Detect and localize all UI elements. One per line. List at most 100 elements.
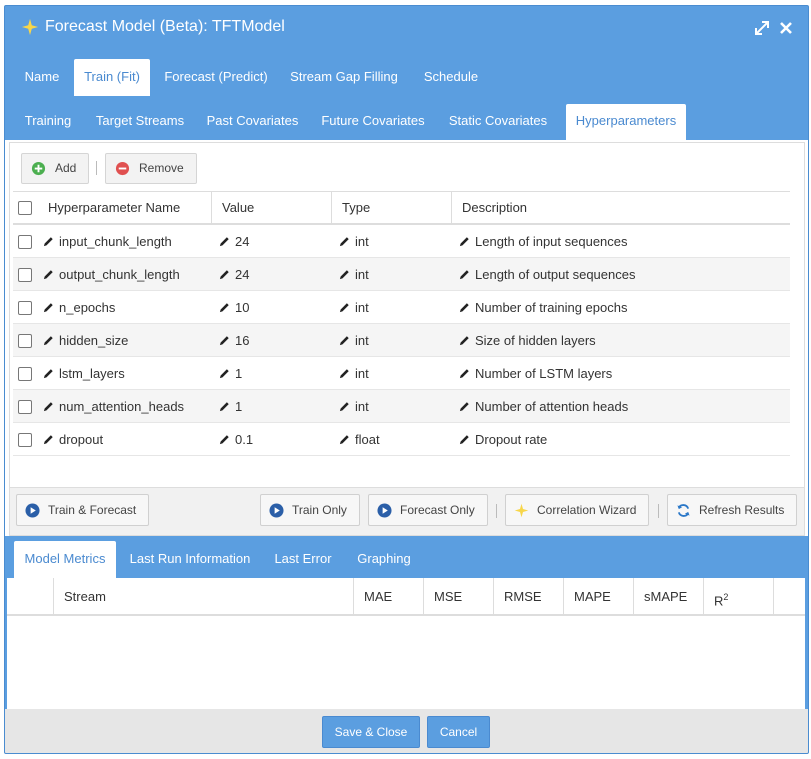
cell-description[interactable]: Number of training epochs — [459, 291, 627, 324]
cell-name-text: lstm_layers — [59, 366, 125, 381]
cell-name[interactable]: input_chunk_length — [43, 225, 172, 258]
cancel-button[interactable]: Cancel — [427, 716, 490, 748]
title-bar: Forecast Model (Beta): TFTModel — [5, 6, 808, 50]
col-mse[interactable]: MSE — [423, 578, 493, 614]
cell-name[interactable]: output_chunk_length — [43, 258, 180, 291]
cell-name[interactable]: hidden_size — [43, 324, 128, 357]
cell-type[interactable]: int — [339, 258, 369, 291]
row-checkbox[interactable] — [18, 367, 32, 381]
cell-description[interactable]: Dropout rate — [459, 423, 547, 456]
train-only-button[interactable]: Train Only — [260, 494, 360, 526]
correlation-wizard-button[interactable]: Correlation Wizard — [505, 494, 650, 526]
refresh-results-button[interactable]: Refresh Results — [667, 494, 798, 526]
cell-description[interactable]: Number of LSTM layers — [459, 357, 612, 390]
close-icon[interactable] — [777, 19, 795, 37]
col-smape[interactable]: sMAPE — [633, 578, 703, 614]
cell-name[interactable]: n_epochs — [43, 291, 115, 324]
tab-train-fit[interactable]: Train (Fit) — [74, 59, 150, 97]
col-rmse[interactable]: RMSE — [493, 578, 563, 614]
col-hyperparameter-name[interactable]: Hyperparameter Name — [38, 192, 211, 224]
col-r-squared[interactable]: R2 — [703, 578, 773, 614]
cell-name[interactable]: dropout — [43, 423, 103, 456]
tab-stream-gap-filling[interactable]: Stream Gap Filling — [282, 59, 406, 97]
cell-type[interactable]: int — [339, 324, 369, 357]
sparkle-icon — [21, 18, 39, 36]
col-stream[interactable]: Stream — [53, 578, 353, 614]
cell-value[interactable]: 10 — [219, 291, 249, 324]
cell-type[interactable]: float — [339, 423, 380, 456]
cell-description[interactable]: Length of input sequences — [459, 225, 628, 258]
expand-icon[interactable] — [753, 19, 771, 37]
table-row[interactable]: hidden_size 16 int Size of hidden layers — [13, 324, 790, 357]
tab-model-metrics[interactable]: Model Metrics — [14, 541, 116, 579]
table-row[interactable]: input_chunk_length 24 int Length of input s… — [13, 225, 790, 258]
row-checkbox[interactable] — [18, 433, 32, 447]
pencil-icon — [339, 369, 349, 379]
tab-hyperparameters[interactable]: Hyperparameters — [566, 104, 686, 140]
add-icon — [31, 161, 46, 176]
table-row[interactable]: lstm_layers 1 int Number of LSTM layers — [13, 357, 790, 390]
row-checkbox[interactable] — [18, 268, 32, 282]
cell-value[interactable]: 1 — [219, 357, 242, 390]
pencil-icon — [43, 237, 53, 247]
save-close-button[interactable]: Save & Close — [322, 716, 420, 748]
col-mape[interactable]: MAPE — [563, 578, 633, 614]
metrics-header: Stream MAE MSE RMSE MAPE sMAPE R2 — [7, 578, 805, 616]
remove-button[interactable]: Remove — [105, 153, 197, 184]
cell-type[interactable]: int — [339, 357, 369, 390]
pencil-icon — [459, 369, 469, 379]
add-label: Add — [55, 161, 77, 175]
cell-type[interactable]: int — [339, 390, 369, 423]
row-checkbox[interactable] — [18, 400, 32, 414]
cell-description[interactable]: Size of hidden layers — [459, 324, 596, 357]
cell-name[interactable]: lstm_layers — [43, 357, 125, 390]
cell-type[interactable]: int — [339, 225, 369, 258]
tab-last-run-information[interactable]: Last Run Information — [123, 541, 257, 579]
table-row[interactable]: n_epochs 10 int Number of training epochs — [13, 291, 790, 324]
row-checkbox[interactable] — [18, 334, 32, 348]
tab-past-covariates[interactable]: Past Covariates — [198, 104, 307, 140]
tab-future-covariates[interactable]: Future Covariates — [314, 104, 432, 140]
pencil-icon — [459, 402, 469, 412]
col-description[interactable]: Description — [451, 192, 790, 224]
row-checkbox[interactable] — [18, 301, 32, 315]
tab-training[interactable]: Training — [13, 104, 83, 140]
cell-value[interactable]: 24 — [219, 258, 249, 291]
tab-target-streams[interactable]: Target Streams — [89, 104, 191, 140]
cell-type[interactable]: int — [339, 291, 369, 324]
table-row[interactable]: dropout 0.1 float Dropout rate — [13, 423, 790, 456]
tab-name[interactable]: Name — [16, 59, 68, 97]
cell-name-text: input_chunk_length — [59, 234, 172, 249]
train-forecast-button[interactable]: Train & Forecast — [16, 494, 150, 526]
action-separator — [496, 504, 497, 518]
table-row[interactable]: num_attention_heads 1 int Number of attenti… — [13, 390, 790, 423]
refresh-results-label: Refresh Results — [699, 503, 785, 517]
cell-value[interactable]: 24 — [219, 225, 249, 258]
play-icon — [377, 503, 392, 518]
select-all-checkbox[interactable] — [18, 201, 32, 215]
tab-last-error[interactable]: Last Error — [267, 541, 339, 579]
tab-schedule[interactable]: Schedule — [414, 59, 488, 97]
pencil-icon — [43, 270, 53, 280]
table-row[interactable]: output_chunk_length 24 int Length of output… — [13, 258, 790, 291]
col-mae[interactable]: MAE — [353, 578, 423, 614]
add-button[interactable]: Add — [21, 153, 90, 184]
row-checkbox[interactable] — [18, 235, 32, 249]
results-tabs: Model Metrics Last Run Information Last … — [5, 541, 808, 579]
cell-name[interactable]: num_attention_heads — [43, 390, 184, 423]
cell-value[interactable]: 16 — [219, 324, 249, 357]
cell-description[interactable]: Length of output sequences — [459, 258, 635, 291]
tab-forecast-predict[interactable]: Forecast (Predict) — [156, 59, 276, 97]
cell-description-text: Number of training epochs — [475, 300, 628, 315]
r-squared-base: R — [714, 593, 724, 609]
col-value[interactable]: Value — [211, 192, 331, 224]
cell-value[interactable]: 0.1 — [219, 423, 253, 456]
cell-description[interactable]: Number of attention heads — [459, 390, 628, 423]
tab-graphing[interactable]: Graphing — [349, 541, 419, 579]
col-type[interactable]: Type — [331, 192, 451, 224]
pencil-icon — [339, 303, 349, 313]
remove-icon — [115, 161, 130, 176]
cell-value[interactable]: 1 — [219, 390, 242, 423]
tab-static-covariates[interactable]: Static Covariates — [442, 104, 554, 140]
forecast-only-button[interactable]: Forecast Only — [368, 494, 488, 526]
